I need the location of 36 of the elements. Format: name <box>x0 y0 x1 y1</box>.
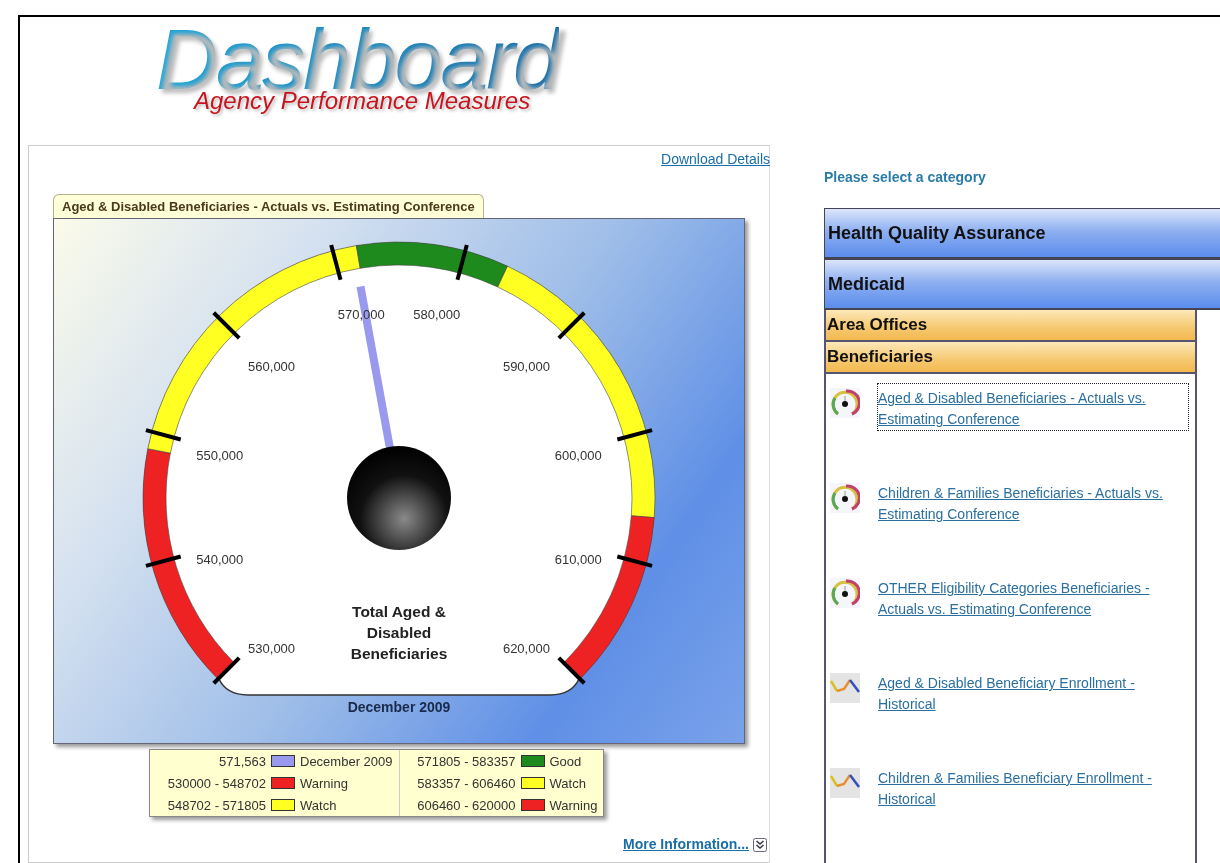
tick-label: 530,000 <box>248 641 296 657</box>
report-link[interactable]: Aged & Disabled Beneficiaries - Actuals vs. Estimating Conference <box>878 384 1188 430</box>
legend-range: 571805 - 583357 <box>416 753 516 769</box>
legend-label: Warning <box>300 775 348 791</box>
legend-range: 571,563 <box>218 753 266 769</box>
report-link[interactable]: Children & Families Beneficiary Enrollment - Historical <box>878 764 1188 810</box>
tick-label: 560,000 <box>248 358 296 374</box>
tick-label: 600,000 <box>554 448 602 464</box>
gauge-period-label: December 2009 <box>346 699 452 715</box>
legend-label: Good <box>549 753 582 769</box>
legend-range: 583357 - 606460 <box>416 775 516 791</box>
tick-label: 620,000 <box>502 641 550 657</box>
more-information-link[interactable]: More Information... <box>623 836 749 852</box>
report-link[interactable]: Aged & Disabled Beneficiary Enrollment - Historical <box>878 669 1188 715</box>
legend-range: 530000 - 548702 <box>166 775 266 791</box>
category-header[interactable]: Health Quality Assurance <box>824 208 1220 259</box>
legend-label: Watch <box>300 797 337 813</box>
category-prompt: Please select a category <box>824 169 987 185</box>
tick-label: 540,000 <box>196 551 244 567</box>
legend-label: December 2009 <box>300 753 393 769</box>
tick-label: 580,000 <box>413 306 461 322</box>
legend-label: Warning <box>549 797 598 813</box>
legend-range: 606460 - 620000 <box>416 797 516 813</box>
tick-label: 590,000 <box>502 358 550 374</box>
tick-label: 610,000 <box>554 551 602 567</box>
tick-label: 550,000 <box>196 448 244 464</box>
report-link[interactable]: Children & Families Beneficiaries - Actuals vs. Estimating Conference <box>878 479 1188 525</box>
subcategory-header[interactable]: Area Offices <box>826 310 1195 342</box>
category-header[interactable]: Medicaid <box>824 259 1220 310</box>
legend-label: Watch <box>549 775 586 791</box>
download-details-link[interactable]: Download Details <box>661 151 770 167</box>
subcategory-header[interactable]: Beneficiaries <box>826 342 1195 374</box>
tick-label: 570,000 <box>337 306 385 322</box>
legend-range: 548702 - 571805 <box>166 797 266 813</box>
report-link[interactable]: OTHER Eligibility Categories Beneficiaries - Actuals vs. Estimating Conference <box>878 574 1188 620</box>
gauge-title: Total Aged & Disabled Beneficiaries <box>349 602 449 664</box>
